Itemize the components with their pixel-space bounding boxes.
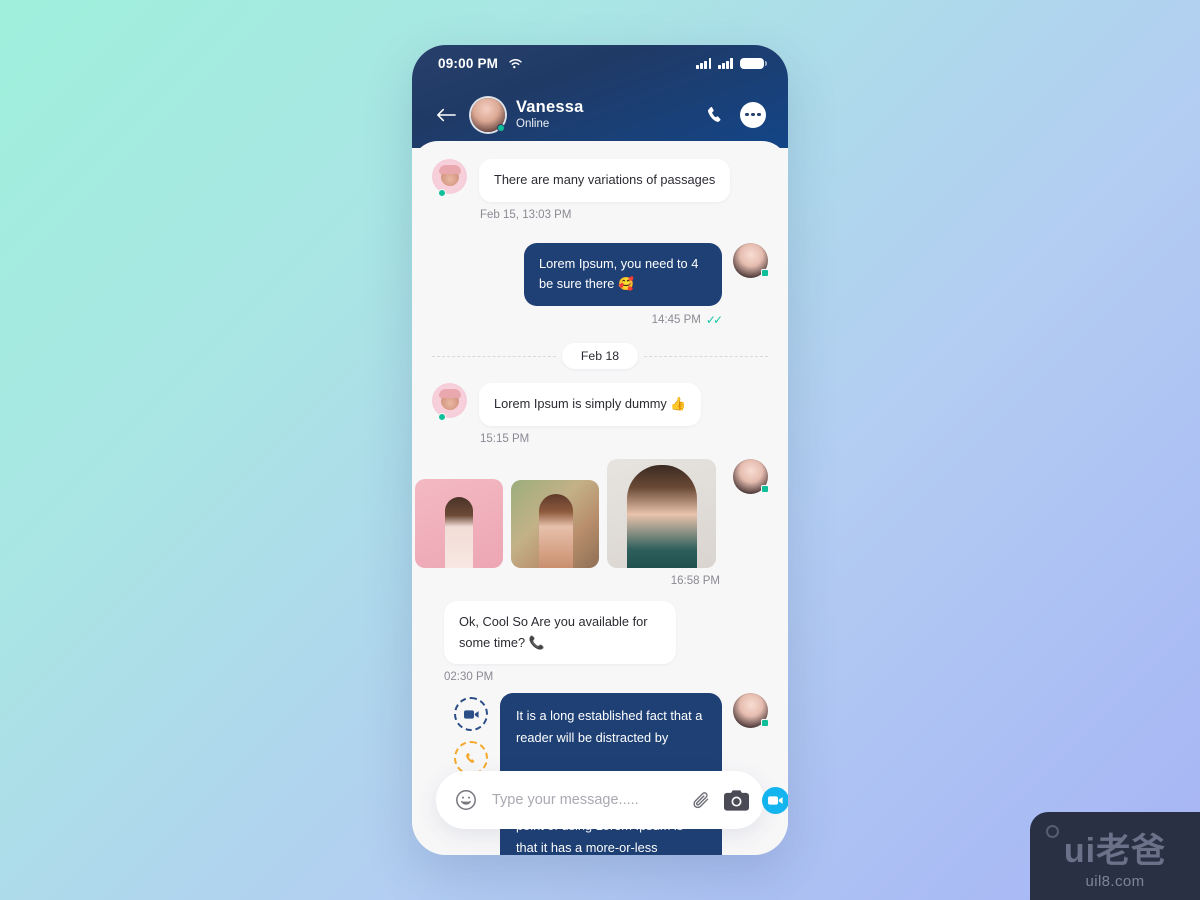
online-indicator	[761, 719, 769, 728]
message-timestamp: 14:45 PM	[651, 314, 701, 327]
message-row-outgoing: Lorem Ipsum, you need to 4 be sure there…	[432, 242, 769, 307]
status-bar: 09:00 PM	[412, 45, 788, 81]
gallery-photo[interactable]	[511, 479, 599, 568]
date-divider: Feb 18	[432, 343, 769, 370]
read-receipt-icon: ✓✓	[705, 313, 723, 328]
message-timestamp-row: 14:45 PM ✓✓	[432, 313, 723, 328]
message-row-incoming: Ok, Cool So Are you available for some t…	[432, 600, 768, 665]
watermark-badge: ui老爸 uil8.com	[1030, 812, 1200, 900]
avatar	[733, 458, 769, 494]
message-timestamp: 02:30 PM	[444, 671, 494, 684]
chat-messages-area[interactable]: There are many variations of passages Fe…	[412, 141, 788, 855]
paperclip-icon[interactable]	[691, 790, 712, 811]
nav-actions	[705, 101, 766, 128]
avatar	[432, 383, 467, 422]
avatar	[733, 242, 769, 278]
message-input-bar	[436, 771, 788, 829]
message-bubble[interactable]: There are many variations of passages	[479, 159, 731, 202]
signal-bars-icon	[696, 57, 712, 69]
watermark-domain: uil8.com	[1085, 873, 1145, 890]
online-indicator	[497, 123, 505, 132]
online-indicator	[761, 484, 769, 493]
search-input[interactable]	[492, 792, 679, 808]
phone-frame: 09:00 PM Vanessa Online There are many v…	[412, 45, 788, 855]
message-row-incoming: There are many variations of passages	[432, 159, 768, 202]
back-arrow-icon[interactable]	[436, 105, 456, 125]
message-bubble[interactable]: Lorem Ipsum, you need to 4 be sure there…	[524, 242, 722, 307]
divider-line-left	[432, 355, 556, 357]
online-indicator	[438, 413, 446, 422]
status-time: 09:00 PM	[438, 55, 499, 71]
photo-gallery-row	[415, 458, 769, 568]
phone-icon[interactable]	[705, 104, 726, 125]
smiley-icon[interactable]	[454, 788, 478, 812]
message-bubble[interactable]: Ok, Cool So Are you available for some t…	[444, 600, 676, 665]
chat-header: 09:00 PM Vanessa Online	[412, 45, 788, 148]
message-timestamp: 16:58 PM	[670, 574, 720, 587]
contact-status: Online	[516, 118, 550, 131]
contact-info: Vanessa Online	[516, 98, 583, 131]
avatar	[432, 159, 467, 197]
date-label: Feb 18	[561, 343, 639, 370]
battery-icon	[740, 57, 767, 69]
gallery-photo[interactable]	[415, 478, 503, 568]
video-call-icon[interactable]	[454, 697, 488, 732]
more-options-icon[interactable]	[740, 101, 766, 128]
divider-line-right	[644, 355, 769, 357]
message-bubble[interactable]: Lorem Ipsum is simply dummy 👍	[479, 383, 702, 426]
video-record-icon[interactable]	[762, 786, 788, 814]
watermark-hole-icon	[1046, 825, 1059, 838]
wifi-icon	[508, 57, 523, 69]
online-indicator	[761, 268, 769, 277]
watermark-logo: ui老爸	[1063, 832, 1167, 870]
status-right-icons	[696, 57, 767, 69]
contact-avatar[interactable]	[471, 97, 505, 132]
online-indicator	[438, 189, 446, 197]
gallery-photo[interactable]	[607, 458, 716, 568]
avatar	[733, 693, 769, 729]
call-actions-column	[454, 693, 488, 776]
signal-bars-icon-2	[718, 57, 733, 69]
contact-name: Vanessa	[516, 97, 584, 116]
message-timestamp: Feb 15, 13:03 PM	[480, 208, 572, 221]
message-row-incoming: Lorem Ipsum is simply dummy 👍	[432, 383, 768, 426]
camera-icon[interactable]	[724, 789, 749, 811]
nav-bar: Vanessa Online	[412, 81, 788, 148]
message-timestamp: 15:15 PM	[480, 432, 530, 445]
